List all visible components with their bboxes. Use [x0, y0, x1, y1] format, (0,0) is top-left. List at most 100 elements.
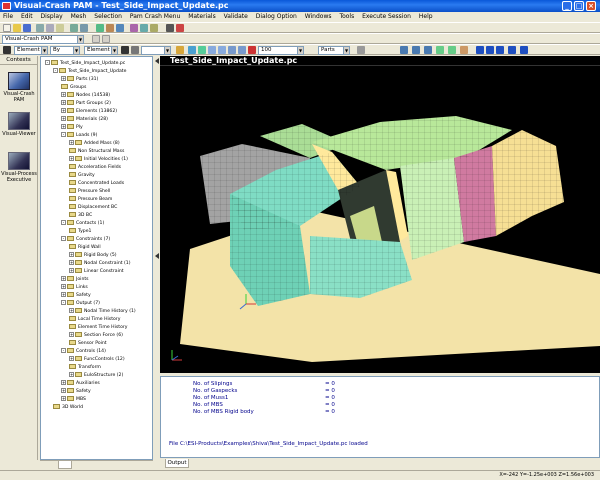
tree-node[interactable]: - Contacts (1) [61, 220, 104, 227]
expand-icon[interactable]: + [61, 108, 66, 113]
collapse-icon[interactable]: - [53, 68, 58, 73]
tree-node[interactable]: - Test_Side_Impact_Update [53, 68, 126, 75]
open-folder-icon[interactable] [13, 24, 21, 32]
menu-materials[interactable]: Materials [188, 13, 216, 20]
menu-help[interactable]: Help [419, 13, 433, 20]
output-tab[interactable]: Output [165, 459, 189, 468]
tree-node[interactable]: Local Time History [69, 316, 120, 323]
node-tool-icon[interactable] [116, 24, 124, 32]
element-filter-combo[interactable]: Element ▼ [84, 46, 118, 55]
tree-node[interactable]: + Joints [61, 276, 89, 283]
copy-icon[interactable] [46, 24, 54, 32]
material-tool-icon[interactable] [130, 24, 138, 32]
tree-node[interactable]: + MBS [61, 396, 86, 403]
run-icon[interactable] [166, 24, 174, 32]
label-icon[interactable] [460, 46, 468, 54]
tree-node[interactable]: - Controls (14) [61, 348, 106, 355]
menu-file[interactable]: File [3, 13, 13, 20]
fit-icon[interactable] [238, 46, 246, 54]
expand-icon[interactable]: + [61, 388, 66, 393]
menu-display[interactable]: Display [41, 13, 63, 20]
tree-node[interactable]: Sensor Point [69, 340, 107, 347]
expand-icon[interactable]: + [61, 396, 66, 401]
tree-node[interactable]: + Nodes (14538) [61, 92, 110, 99]
expand-icon[interactable]: + [61, 292, 66, 297]
menu-pam-crash[interactable]: Pam Crash Menu [130, 13, 180, 20]
menu-dialog-option[interactable]: Dialog Option [256, 13, 297, 20]
tree-node[interactable]: 3D World [53, 404, 83, 411]
close-button[interactable]: × [586, 1, 596, 11]
rotate-icon[interactable] [198, 46, 206, 54]
view-top-icon[interactable] [496, 46, 504, 54]
box-select-icon[interactable] [176, 46, 184, 54]
collapse-icon[interactable]: - [61, 300, 66, 305]
tree-node[interactable]: + Nodal Time History (1) [69, 308, 136, 315]
axis-icon[interactable] [248, 46, 256, 54]
menu-tools[interactable]: Tools [339, 13, 354, 20]
paste-icon[interactable] [56, 24, 64, 32]
tree-node[interactable]: - Loads (9) [61, 132, 97, 139]
context-apply-icon[interactable] [102, 35, 110, 43]
tree-node[interactable]: Rigid Wall [69, 244, 101, 251]
tree-tab[interactable] [58, 461, 72, 469]
tree-node[interactable]: + EuloStructure (2) [69, 372, 123, 379]
expand-icon[interactable]: + [69, 356, 74, 361]
tree-node[interactable]: + Parts (31) [61, 76, 98, 83]
expand-icon[interactable]: + [69, 372, 74, 377]
tree-node[interactable]: + Materials (28) [61, 116, 108, 123]
tree-node[interactable]: + Elements (13862) [61, 108, 117, 115]
by-combo[interactable]: By ▼ [50, 46, 80, 55]
context-visual-viewer[interactable]: Visual-Viewer [1, 112, 37, 137]
expand-icon[interactable]: + [61, 124, 66, 129]
expand-icon[interactable]: + [69, 268, 74, 273]
tree-node[interactable]: Transform [69, 364, 101, 371]
tree-node[interactable]: Element Time History [69, 324, 128, 331]
context-combo[interactable]: Visual-Crash PAM ▼ [2, 35, 84, 44]
context-visual-crash-pam[interactable]: Visual-Crash PAM [1, 72, 37, 103]
view-iso-icon[interactable] [508, 46, 516, 54]
zoom-combo[interactable]: 100 ▼ [258, 46, 304, 55]
minimize-button[interactable]: _ [562, 1, 572, 11]
3d-viewport[interactable] [160, 66, 600, 373]
redo-icon[interactable] [80, 24, 88, 32]
zoom-out-icon[interactable] [218, 46, 226, 54]
tree-node[interactable]: Gravity [69, 172, 95, 179]
tree-node[interactable]: Acceleration Fields [69, 164, 121, 171]
menu-edit[interactable]: Edit [21, 13, 33, 20]
stop-icon[interactable] [176, 24, 184, 32]
tree-node[interactable]: Pressure Shell [69, 188, 110, 195]
pan-icon[interactable] [228, 46, 236, 54]
zoom-in-icon[interactable] [208, 46, 216, 54]
view-reset-icon[interactable] [520, 46, 528, 54]
tree-node[interactable]: Concentrated Loads [69, 180, 124, 187]
undo-icon[interactable] [70, 24, 78, 32]
load-tool-icon[interactable] [140, 24, 148, 32]
expand-icon[interactable]: + [61, 100, 66, 105]
sphere-select-icon[interactable] [188, 46, 196, 54]
tree-node[interactable]: + Part Groups (2) [61, 100, 111, 107]
tree-node[interactable]: + Auxiliaries [61, 380, 100, 387]
tree-node[interactable]: + Links [61, 284, 88, 291]
collapse-icon[interactable]: - [61, 236, 66, 241]
tree-node[interactable]: Type1 [69, 228, 91, 235]
mesh-display-icon[interactable] [436, 46, 444, 54]
parts-combo[interactable]: Parts ▼ [318, 46, 350, 55]
expand-icon[interactable]: + [69, 140, 74, 145]
cut-icon[interactable] [36, 24, 44, 32]
expand-icon[interactable]: + [69, 308, 74, 313]
tree-node[interactable]: Pressure Beam [69, 196, 112, 203]
tree-node[interactable]: + Rigid Body (5) [69, 252, 117, 259]
pointer-icon[interactable] [3, 46, 11, 54]
tree-node[interactable]: + Added Mass (8) [69, 140, 120, 147]
view-side-icon[interactable] [486, 46, 494, 54]
tree-node[interactable]: Displacement BC [69, 204, 117, 211]
collapse-icon[interactable]: - [61, 132, 66, 137]
tree-node[interactable]: + Safety [61, 388, 91, 395]
expand-icon[interactable]: + [61, 276, 66, 281]
camera-icon[interactable] [357, 46, 365, 54]
collapse-icon[interactable]: - [45, 60, 50, 65]
expand-icon[interactable]: + [69, 260, 74, 265]
tree-node[interactable]: + FuncControls (12) [69, 356, 125, 363]
collapse-icon[interactable]: - [61, 220, 66, 225]
contact-tool-icon[interactable] [150, 24, 158, 32]
